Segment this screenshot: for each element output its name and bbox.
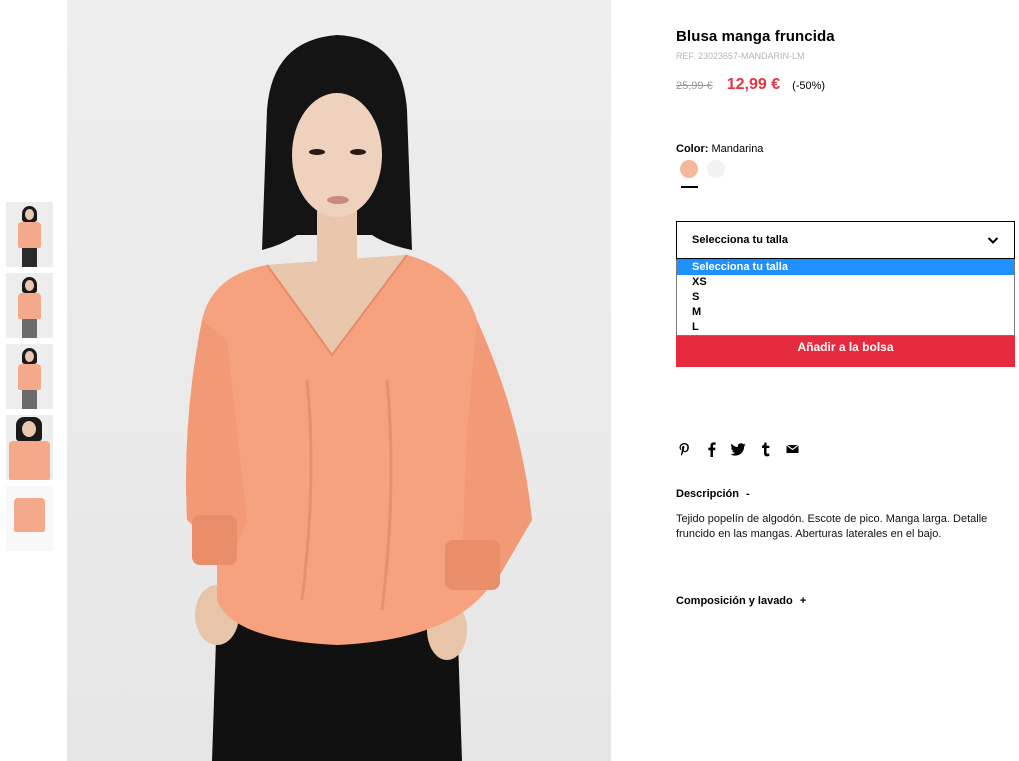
color-swatches <box>680 160 734 178</box>
size-option-m[interactable]: M <box>677 305 1014 320</box>
sale-price: 12,99 € <box>726 76 781 93</box>
chevron-down-icon <box>987 237 999 244</box>
color-label-title: Color: <box>676 143 709 155</box>
tumblr-icon[interactable] <box>757 441 773 457</box>
product-reference: REF. 23023657-MANDARIN-LM <box>676 51 805 61</box>
description-text: Tejido popelín de algodón. Escote de pic… <box>676 513 988 540</box>
selected-swatch-indicator <box>681 186 698 188</box>
product-title: Blusa manga fruncida <box>676 28 835 45</box>
product-main-image <box>67 0 611 761</box>
size-dropdown-list: Selecciona tu talla XS S M L <box>676 259 1015 336</box>
description-heading[interactable]: Descripción - <box>676 488 750 500</box>
size-option-l[interactable]: L <box>677 320 1014 335</box>
size-option-xs[interactable]: XS <box>677 275 1014 290</box>
composition-heading[interactable]: Composición y lavado + <box>676 595 806 607</box>
share-icons <box>676 441 811 457</box>
thumbnail-2[interactable] <box>6 273 53 338</box>
price-row: 25,99 € 12,99 € (-50%) <box>676 76 825 94</box>
size-option-s[interactable]: S <box>677 290 1014 305</box>
size-select-label: Selecciona tu talla <box>692 234 788 246</box>
size-select[interactable]: Selecciona tu talla <box>676 221 1015 259</box>
email-icon[interactable] <box>784 441 800 457</box>
thumbnail-5[interactable] <box>6 486 53 551</box>
twitter-icon[interactable] <box>730 441 746 457</box>
swatch-white[interactable] <box>707 160 725 178</box>
discount-badge: (-50%) <box>792 80 826 92</box>
description-toggle: - <box>746 488 750 500</box>
pinterest-icon[interactable] <box>676 441 692 457</box>
composition-toggle: + <box>799 595 807 607</box>
size-option-placeholder[interactable]: Selecciona tu talla <box>677 260 1014 275</box>
color-value: Mandarina <box>711 143 764 155</box>
facebook-icon[interactable] <box>703 441 719 457</box>
thumbnail-4[interactable] <box>6 415 53 480</box>
swatch-mandarina[interactable] <box>680 160 698 178</box>
thumbnail-3[interactable] <box>6 344 53 409</box>
thumbnail-gallery <box>6 202 54 557</box>
old-price: 25,99 € <box>676 80 713 92</box>
thumbnail-1[interactable] <box>6 202 53 267</box>
composition-title: Composición y lavado <box>676 595 793 607</box>
color-label: Color: Mandarina <box>676 143 763 155</box>
description-title: Descripción <box>676 488 739 500</box>
